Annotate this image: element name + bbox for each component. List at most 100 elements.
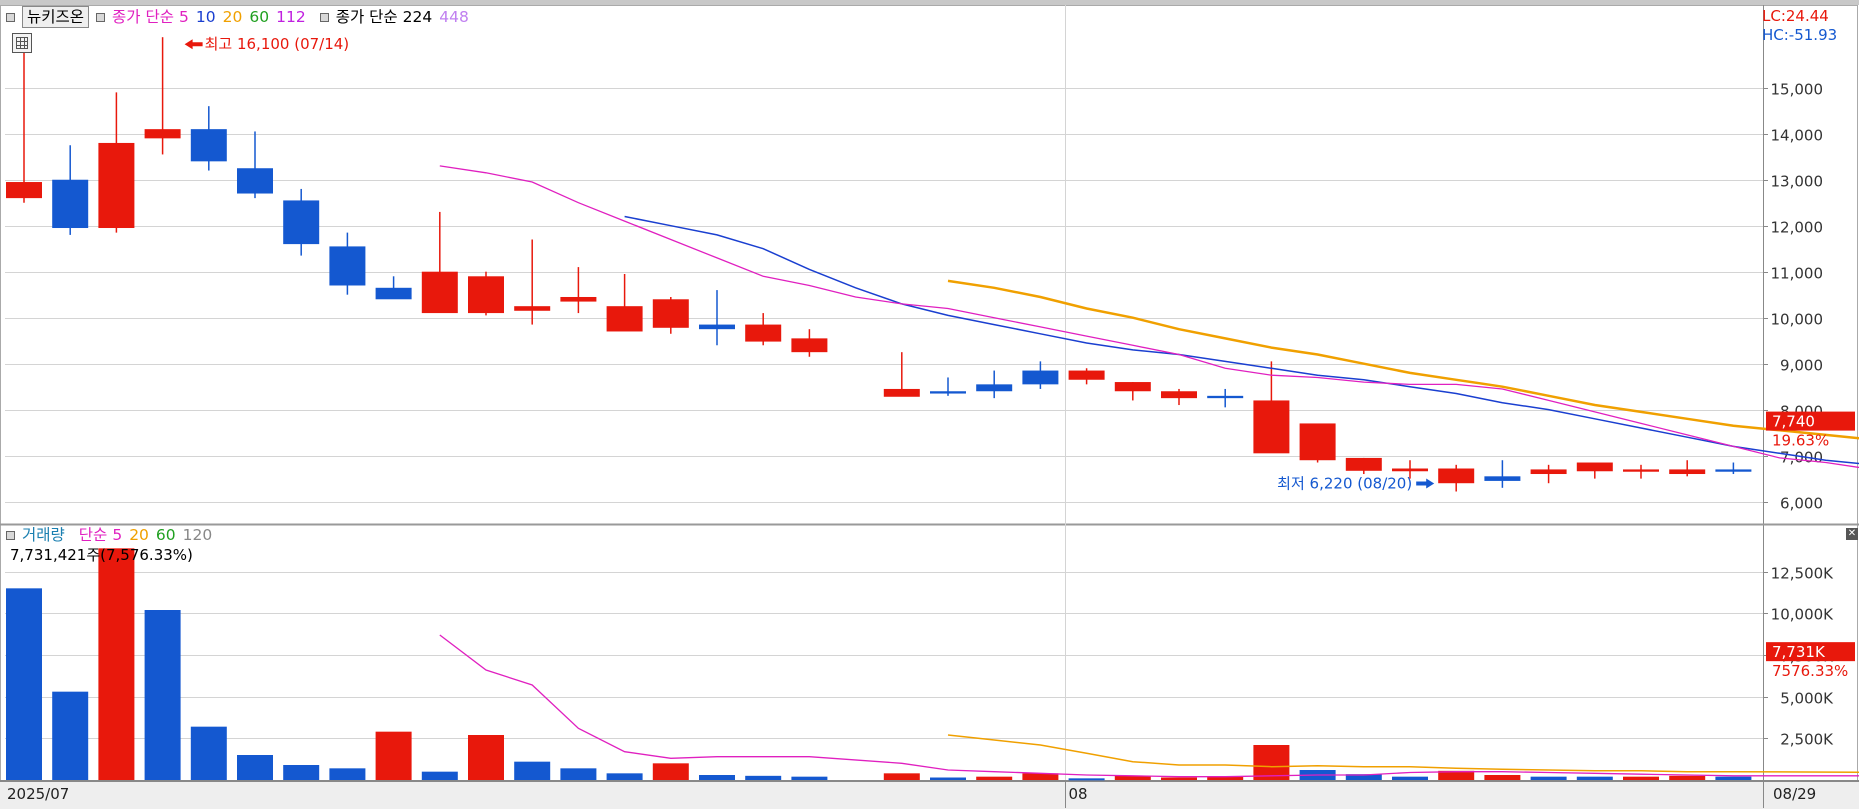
candle-body [699,324,735,330]
volume-bar [144,610,181,780]
candle-body [1438,468,1475,484]
ma2-periods: 224 448 [403,8,476,26]
candle-body [745,324,782,342]
candle-body [930,391,966,394]
volume-bar [1576,776,1613,780]
volume-bar [606,773,643,780]
price-tick-label: 6,000 [1780,495,1823,513]
candle-body [1530,469,1567,475]
candle-body [1669,469,1706,475]
price-tick-label: 13,000 [1771,173,1824,191]
candle-body [514,306,551,311]
candle-body [1392,468,1428,472]
low-arrow-icon [1416,478,1435,489]
candle-body [1299,423,1336,461]
date-label-start: 2025/07 [7,785,69,803]
candle-body [1161,391,1197,399]
volume-bar [283,765,320,780]
ma-period-60: 60 [249,8,270,26]
candle-body [606,306,643,332]
volume-title: 거래량 [22,526,65,544]
candle-body [1253,400,1290,454]
candle-body [468,276,504,314]
volume-tick-label: 10,000K [1771,606,1834,624]
volume-tick-label: 2,500K [1780,731,1834,749]
ma2-title: 종가 단순 [335,8,398,26]
ma-period-112: 112 [276,8,306,26]
ma2-toggle-icon[interactable] [319,13,329,22]
lc-label: LC:24.44 [1762,7,1829,25]
volume-bar [1068,778,1105,781]
volume-ma-period-5: 5 [112,526,123,544]
stock-chart[interactable]: 6,0007,0008,0009,00010,00011,00012,00013… [0,0,1859,810]
last-change-label: 19.63% [1772,432,1829,450]
volume-ma-periods: 5 20 60 120 [112,526,219,544]
price-tick-label: 15,000 [1771,81,1824,99]
price-tick-label: 9,000 [1780,357,1823,375]
candle-body [883,388,920,397]
volume-bar [52,691,89,780]
price-tick-label: 12,000 [1771,219,1824,237]
price-tick-label: 14,000 [1771,127,1824,145]
candle-body [52,179,89,229]
candle-body [283,200,320,245]
volume-bar [1392,776,1428,780]
low-annotation: 최저 6,220 (08/20) [1277,474,1412,492]
candle-body [1207,395,1244,399]
candle-body [652,299,689,328]
hc-label: HC:-51.93 [1762,26,1837,44]
candle-body [1576,462,1613,472]
volume-info: 7,731,421주(7,576.33%) [10,546,193,564]
price-tick-label: 10,000 [1771,311,1824,329]
volume-bar [1623,776,1659,780]
candle-body [329,246,366,286]
legend-square-icon[interactable] [6,13,15,22]
candle-body [98,142,135,229]
candle-body [1068,370,1105,380]
volume-bar [560,768,597,780]
ma-title: 종가 단순 [112,8,175,26]
volume-bar [421,771,458,780]
close-icon[interactable]: ✕ [1846,528,1858,540]
price-legend: 뉴키즈온 종가 단순 5 10 20 60 112 종가 단순 224 448 [6,6,483,28]
candle-body [1345,457,1382,471]
stock-name-tab[interactable]: 뉴키즈온 [22,6,90,28]
volume-legend: 거래량 단순 5 20 60 120 [6,525,226,545]
ma20-line [947,279,1859,440]
candle-body [144,129,181,139]
date-axis-bg [0,781,1859,809]
volume-bar [98,548,135,780]
volume-bar [1530,776,1567,780]
volume-bar [375,731,412,780]
last-volume-pct-label: 7576.33% [1772,662,1848,680]
volume-ma-period-120: 120 [182,526,213,544]
volume-bar [1484,775,1521,780]
candle-body [1623,469,1659,472]
candle-body [6,182,42,199]
volume-bar [329,768,366,780]
candle-body [976,384,1013,392]
candle-body [1715,469,1752,472]
volume-bar [1669,775,1706,780]
last-price-label: 7,740 [1772,413,1815,431]
volume-bar [930,777,966,780]
volume-toggle-icon[interactable] [6,531,15,540]
volume-tick-label: 12,500K [1771,565,1834,583]
volume-ma-period-20: 20 [129,526,149,544]
candle-body [190,129,227,162]
volume-tick-label: 5,000K [1780,690,1834,708]
ma-toggle-icon[interactable] [96,13,106,22]
volume-bar [745,775,782,780]
price-tick-label: 11,000 [1771,265,1824,283]
grid-icon[interactable] [12,33,32,53]
volume-ma20-line [947,734,1859,773]
candle-body [791,338,828,353]
candle-body [237,168,273,194]
candle-body [421,271,458,314]
ma-period-10: 10 [195,8,216,26]
candle-body [1484,476,1521,481]
high-arrow-icon [184,39,203,50]
volume-bar [1253,745,1290,780]
volume-bar [190,726,227,780]
date-label-end: 08/29 [1773,785,1816,803]
